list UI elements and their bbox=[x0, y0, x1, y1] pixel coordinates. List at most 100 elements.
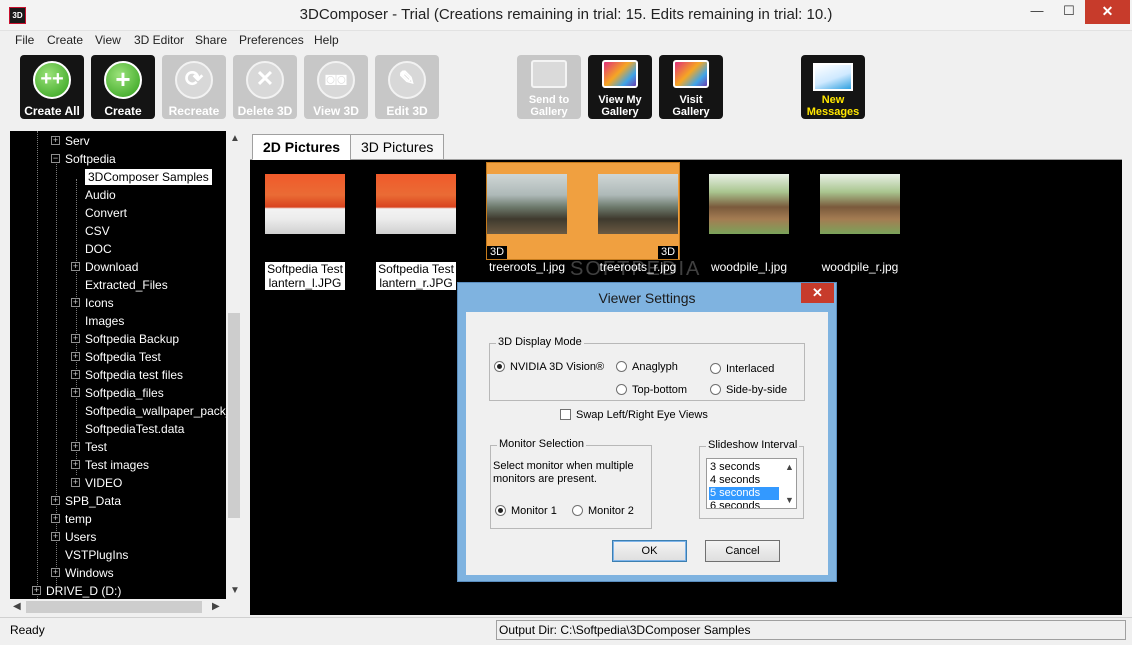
tree-expander-icon[interactable]: + bbox=[71, 442, 80, 451]
tree-expander-icon[interactable]: + bbox=[51, 136, 60, 145]
tree-item[interactable]: temp bbox=[65, 510, 92, 528]
recreate-button[interactable]: ⟳ Recreate bbox=[162, 55, 226, 119]
tree-item[interactable]: Windows bbox=[65, 564, 114, 582]
menu-3d-editor[interactable]: 3D Editor bbox=[134, 33, 184, 47]
create-button[interactable]: + Create bbox=[91, 55, 155, 119]
tree-item[interactable]: Softpedia_wallpaper_pack_ bbox=[85, 402, 232, 420]
tree-item-selected[interactable]: 3DComposer Samples bbox=[85, 169, 212, 185]
tree-item[interactable]: Test bbox=[85, 438, 107, 456]
tree-item[interactable]: Softpedia Backup bbox=[85, 330, 179, 348]
tree-item[interactable]: Extracted_Files bbox=[85, 276, 168, 294]
tree-item[interactable]: Convert bbox=[85, 204, 127, 222]
swap-eye-views-checkbox[interactable]: Swap Left/Right Eye Views bbox=[560, 409, 708, 421]
tree-item[interactable]: Icons bbox=[85, 294, 114, 312]
create-all-button[interactable]: ++ Create All bbox=[20, 55, 84, 119]
tree-item[interactable]: VIDEO bbox=[85, 474, 122, 492]
radio-interlaced[interactable]: Interlaced bbox=[710, 363, 774, 375]
tree-item[interactable]: Images bbox=[85, 312, 124, 330]
menu-help[interactable]: Help bbox=[314, 33, 339, 47]
cancel-button[interactable]: Cancel bbox=[705, 540, 780, 562]
radio-top-bottom[interactable]: Top-bottom bbox=[616, 384, 687, 396]
gallery-item[interactable]: woodpile_r.jpg bbox=[805, 160, 915, 300]
tree-expander-icon[interactable]: + bbox=[71, 388, 80, 397]
tree-expander-icon[interactable]: + bbox=[51, 568, 60, 577]
tree-item[interactable]: DOC bbox=[85, 240, 112, 258]
tree-expander-icon[interactable]: + bbox=[51, 514, 60, 523]
list-item[interactable]: 4 seconds bbox=[709, 474, 779, 487]
scroll-up-icon[interactable]: ▲ bbox=[230, 133, 240, 144]
scroll-down-icon[interactable]: ▼ bbox=[230, 585, 240, 596]
close-button[interactable]: ✕ bbox=[1085, 0, 1130, 24]
thumbnail-caption: treeroots_l.jpg bbox=[488, 260, 566, 274]
menu-preferences[interactable]: Preferences bbox=[239, 33, 304, 47]
tree-item[interactable]: SoftpediaTest.data bbox=[85, 420, 184, 438]
chevron-up-icon[interactable]: ▲ bbox=[785, 462, 794, 472]
tree-item[interactable]: DRIVE_D (D:) bbox=[46, 582, 121, 600]
dialog-close-button[interactable]: ✕ bbox=[801, 283, 834, 303]
tree-expander-icon[interactable]: − bbox=[51, 154, 60, 163]
tree-horizontal-scrollbar[interactable]: ◀ ▶ bbox=[10, 599, 242, 615]
list-item-selected[interactable]: 5 seconds bbox=[709, 487, 779, 500]
tree-expander-icon[interactable]: + bbox=[32, 586, 41, 595]
send-to-gallery-button[interactable]: Send to Gallery bbox=[517, 55, 581, 119]
menu-file[interactable]: File bbox=[15, 33, 34, 47]
menu-create[interactable]: Create bbox=[47, 33, 83, 47]
status-text: Ready bbox=[10, 623, 45, 637]
tree-item[interactable]: Test images bbox=[85, 456, 149, 474]
list-item[interactable]: 3 seconds bbox=[709, 461, 779, 474]
tree-vertical-scrollbar[interactable]: ▲ ▼ bbox=[226, 131, 242, 599]
scroll-left-icon[interactable]: ◀ bbox=[13, 601, 21, 612]
tree-expander-icon[interactable]: + bbox=[71, 370, 80, 379]
tree-expander-icon[interactable]: + bbox=[71, 334, 80, 343]
radio-anaglyph[interactable]: Anaglyph bbox=[616, 361, 678, 373]
list-item[interactable]: 6 seconds bbox=[709, 500, 779, 508]
gallery-item-selected[interactable]: 3D treeroots_l.jpg bbox=[472, 160, 582, 300]
tree-item[interactable]: Softpedia test files bbox=[85, 366, 183, 384]
radio-monitor-1[interactable]: Monitor 1 bbox=[495, 505, 557, 517]
tree-item[interactable]: CSV bbox=[85, 222, 110, 240]
visit-gallery-button[interactable]: Visit Gallery bbox=[659, 55, 723, 119]
thumbnail-caption: Softpedia Test lantern_r.JPG bbox=[376, 262, 456, 290]
tree-item[interactable]: Download bbox=[85, 258, 138, 276]
tree-item[interactable]: VSTPlugIns bbox=[65, 546, 128, 564]
tree-expander-icon[interactable]: + bbox=[71, 478, 80, 487]
tree-item[interactable]: Softpedia Test bbox=[85, 348, 161, 366]
gallery-item[interactable]: Softpedia Test lantern_l.JPG bbox=[250, 160, 360, 300]
tree-item[interactable]: Audio bbox=[85, 186, 116, 204]
view-3d-button[interactable]: ◙◙ View 3D bbox=[304, 55, 368, 119]
tree-item[interactable]: Softpedia_files bbox=[85, 384, 164, 402]
radio-side-by-side[interactable]: Side-by-side bbox=[710, 384, 787, 396]
tree-item[interactable]: SPB_Data bbox=[65, 492, 121, 510]
tree-item[interactable]: Users bbox=[65, 528, 96, 546]
tab-3d-pictures[interactable]: 3D Pictures bbox=[350, 134, 445, 160]
ok-button[interactable]: OK bbox=[612, 540, 687, 562]
maximize-button[interactable]: ☐ bbox=[1053, 0, 1085, 24]
minimize-button[interactable]: — bbox=[1021, 0, 1053, 24]
chevron-down-icon[interactable]: ▼ bbox=[785, 495, 794, 505]
radio-nvidia-3d-vision[interactable]: NVIDIA 3D Vision® bbox=[494, 361, 604, 373]
tree-expander-icon[interactable]: + bbox=[71, 460, 80, 469]
new-messages-button[interactable]: New Messages bbox=[801, 55, 865, 119]
scroll-thumb-horizontal[interactable] bbox=[26, 601, 202, 613]
slideshow-interval-list[interactable]: 3 seconds 4 seconds 5 seconds 6 seconds … bbox=[706, 458, 797, 509]
gallery-item[interactable]: woodpile_l.jpg bbox=[694, 160, 804, 300]
scroll-thumb[interactable] bbox=[228, 313, 240, 518]
tree-expander-icon[interactable]: + bbox=[71, 262, 80, 271]
tree-item[interactable]: Serv bbox=[65, 132, 90, 150]
thumbnail-caption: Softpedia Test lantern_l.JPG bbox=[265, 262, 345, 290]
view-my-gallery-button[interactable]: View My Gallery bbox=[588, 55, 652, 119]
menu-view[interactable]: View bbox=[95, 33, 121, 47]
tree-expander-icon[interactable]: + bbox=[51, 532, 60, 541]
tree-expander-icon[interactable]: + bbox=[51, 496, 60, 505]
tree-expander-icon[interactable]: + bbox=[71, 298, 80, 307]
watermark: SOFTPEDIA bbox=[570, 258, 702, 280]
scroll-right-icon[interactable]: ▶ bbox=[212, 601, 220, 612]
gallery-item[interactable]: Softpedia Test lantern_r.JPG bbox=[361, 160, 471, 300]
edit-3d-button[interactable]: ✎ Edit 3D bbox=[375, 55, 439, 119]
radio-monitor-2[interactable]: Monitor 2 bbox=[572, 505, 634, 517]
menu-share[interactable]: Share bbox=[195, 33, 227, 47]
tree-expander-icon[interactable]: + bbox=[71, 352, 80, 361]
tree-item[interactable]: Softpedia bbox=[65, 150, 116, 168]
tab-2d-pictures[interactable]: 2D Pictures bbox=[252, 134, 352, 160]
delete-3d-button[interactable]: ✕ Delete 3D bbox=[233, 55, 297, 119]
